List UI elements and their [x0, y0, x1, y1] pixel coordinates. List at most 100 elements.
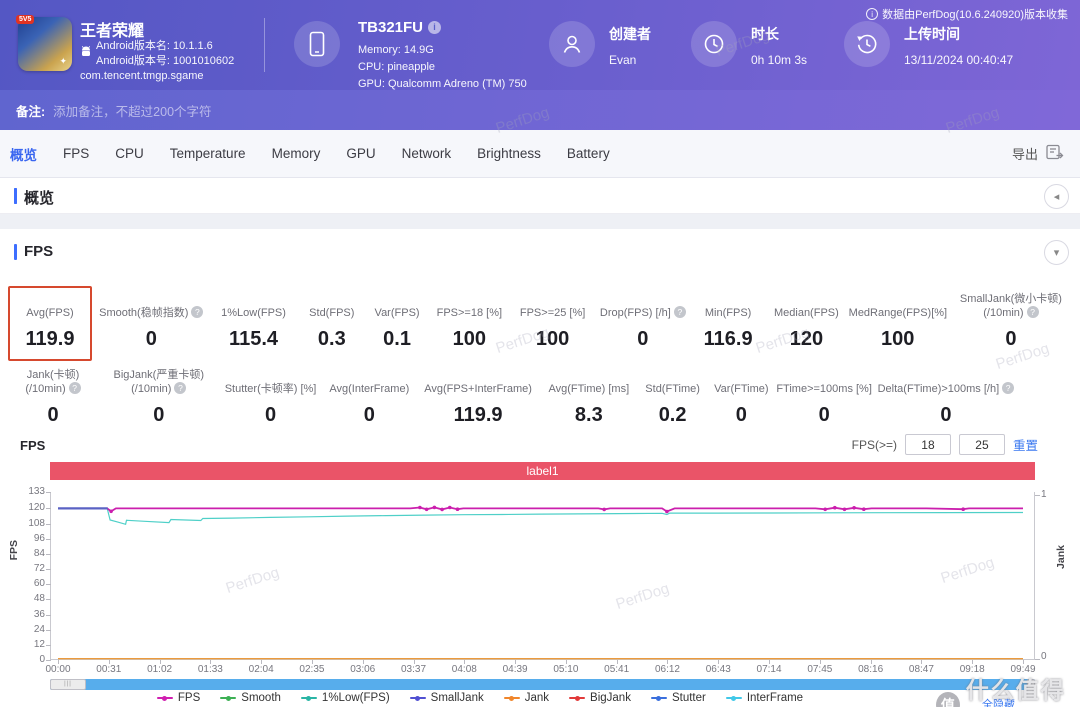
- x-tick: 01:33: [197, 664, 223, 675]
- metric-value-avg-interframe: 0: [363, 404, 375, 426]
- tab-gpu[interactable]: GPU: [346, 146, 375, 161]
- legend-marker: [409, 695, 426, 701]
- tab-brightness[interactable]: Brightness: [477, 146, 541, 161]
- y-tick-mark: [46, 599, 51, 601]
- tab-memory[interactable]: Memory: [272, 146, 321, 161]
- y-tick-mark: [46, 508, 51, 510]
- reset-link[interactable]: 重置: [1013, 435, 1038, 454]
- fps-threshold-input-2[interactable]: [958, 434, 1005, 455]
- x-tick-mark: [972, 660, 974, 664]
- x-tick: 00:31: [96, 664, 122, 675]
- tab-fps[interactable]: FPS: [63, 146, 89, 161]
- metric-avg-fps-interframe: Avg(FPS+InterFrame) 119.9: [417, 362, 539, 427]
- y-tick: 48: [33, 593, 45, 605]
- tab-battery[interactable]: Battery: [567, 146, 610, 161]
- legend-item-smalljank[interactable]: SmallJank: [409, 692, 484, 704]
- tab-network[interactable]: Network: [402, 146, 452, 161]
- version-note-text: 数据由PerfDog(10.6.240920)版本收集: [882, 9, 1068, 21]
- hide-all-link[interactable]: 全隐藏: [982, 696, 1015, 707]
- metric-value-medrange-fps: 100: [880, 328, 915, 350]
- duration-label: 时长: [751, 26, 779, 42]
- export-button[interactable]: 导出: [1012, 144, 1064, 163]
- x-tick: 03:37: [401, 664, 427, 675]
- x-tick-mark: [870, 660, 872, 664]
- fps-collapse-button[interactable]: ▾: [1044, 240, 1069, 265]
- fps-section-title: FPS: [24, 243, 54, 260]
- overview-section: [0, 178, 1080, 214]
- note-bar[interactable]: 备注: 添加备注，不超过200个字符: [0, 90, 1080, 130]
- scrollbar-left-handle[interactable]: |||: [50, 679, 86, 690]
- series-FPS: [58, 506, 1023, 513]
- legend-label: BigJank: [590, 692, 631, 704]
- tabs-container: 概览 FPS CPU Temperature Memory GPU Network Brigh…: [10, 144, 636, 164]
- fps-chart-plot: 133 120 108 96 84 72 60 48 36 24 12 0 1 0 00:00 00:31 01…: [28, 486, 1046, 675]
- x-tick: 08:16: [858, 664, 884, 675]
- scrollbar-right-handle[interactable]: [1027, 679, 1035, 690]
- metric-value-drop-fps: 0: [637, 328, 649, 350]
- tab-cpu[interactable]: CPU: [115, 146, 144, 161]
- chart-scrollbar[interactable]: |||: [50, 679, 1035, 690]
- metric-smooth: Smooth(稳帧指数)? 0: [95, 286, 207, 351]
- x-tick: 06:12: [654, 664, 680, 675]
- help-icon[interactable]: ?: [673, 306, 686, 318]
- legend-item-smooth[interactable]: Smooth: [220, 692, 281, 704]
- metric-value-avg-fps: 119.9: [25, 328, 75, 350]
- x-tick: 04:39: [502, 664, 528, 675]
- metric-value-bigjank: 0: [153, 404, 165, 426]
- y2-tick: 1: [1041, 489, 1047, 500]
- fps-threshold-input-1[interactable]: [904, 434, 951, 455]
- metric-median-fps: Median(FPS) 120: [767, 286, 845, 351]
- x-tick: 05:41: [604, 664, 630, 675]
- legend-marker: [220, 695, 237, 701]
- legend-label: FPS: [177, 692, 201, 704]
- header-divider: [264, 18, 265, 72]
- series-point: [961, 507, 965, 511]
- help-icon[interactable]: ?: [1002, 382, 1015, 394]
- metric-medrange-fps: MedRange(FPS)[%] 100: [848, 307, 948, 350]
- y-tick: 72: [33, 563, 45, 575]
- legend-marker: [503, 695, 520, 701]
- legend-item-interframe[interactable]: InterFrame: [725, 692, 803, 704]
- 5v5-badge: 5V5: [16, 15, 35, 24]
- export-icon: [1046, 144, 1064, 163]
- legend-marker: [300, 695, 317, 701]
- legend-marker: [569, 695, 586, 701]
- x-tick: 03:06: [350, 664, 376, 675]
- x-tick-mark: [58, 660, 59, 664]
- y-tick: 60: [33, 578, 45, 590]
- overview-collapse-button[interactable]: ◂: [1044, 184, 1069, 209]
- x-tick: 04:08: [451, 664, 477, 675]
- metric-drop-fps: Drop(FPS) [/h]? 0: [597, 286, 689, 351]
- metric-value-delta-ftime: 0: [940, 404, 952, 426]
- help-icon[interactable]: ?: [174, 382, 187, 394]
- device-model: TB321FU i: [358, 19, 442, 36]
- y-tick-mark: [46, 660, 51, 661]
- help-icon[interactable]: ?: [191, 306, 204, 318]
- y-tick-mark: [46, 569, 51, 571]
- metric-value-min-fps: 116.9: [703, 328, 753, 350]
- x-tick: 07:45: [807, 664, 833, 675]
- perfdog-report-page: 5V5 ✦ 王者荣耀 Android版本名: 10.1.1.6 Android版…: [0, 0, 1080, 707]
- note-placeholder: 添加备注，不超过200个字符: [53, 104, 212, 119]
- info-icon: i: [866, 8, 879, 20]
- legend-marker: [650, 695, 667, 701]
- tab-overview[interactable]: 概览: [10, 144, 37, 164]
- x-tick-mark: [718, 660, 720, 664]
- legend-label: Smooth: [241, 692, 281, 704]
- legend-item-bigjank[interactable]: BigJank: [569, 692, 631, 704]
- metric-avg-ftime: Avg(FTime) [ms] 8.3: [541, 362, 637, 427]
- legend-item-1-low-fps-[interactable]: 1%Low(FPS): [300, 692, 390, 704]
- x-tick: 02:35: [299, 664, 325, 675]
- upload-time-label: 上传时间: [904, 26, 960, 42]
- metric-value-std-fps: 0.3: [317, 328, 346, 350]
- help-icon[interactable]: ?: [68, 382, 81, 394]
- android-icon: [80, 45, 92, 63]
- device-info-icon[interactable]: i: [428, 21, 442, 34]
- series-point: [448, 505, 452, 510]
- legend-item-jank[interactable]: Jank: [503, 692, 549, 704]
- help-icon[interactable]: ?: [1026, 306, 1039, 318]
- legend-item-stutter[interactable]: Stutter: [650, 692, 706, 704]
- tab-temperature[interactable]: Temperature: [170, 146, 246, 161]
- legend-item-fps[interactable]: FPS: [156, 692, 201, 704]
- series-point: [109, 509, 113, 514]
